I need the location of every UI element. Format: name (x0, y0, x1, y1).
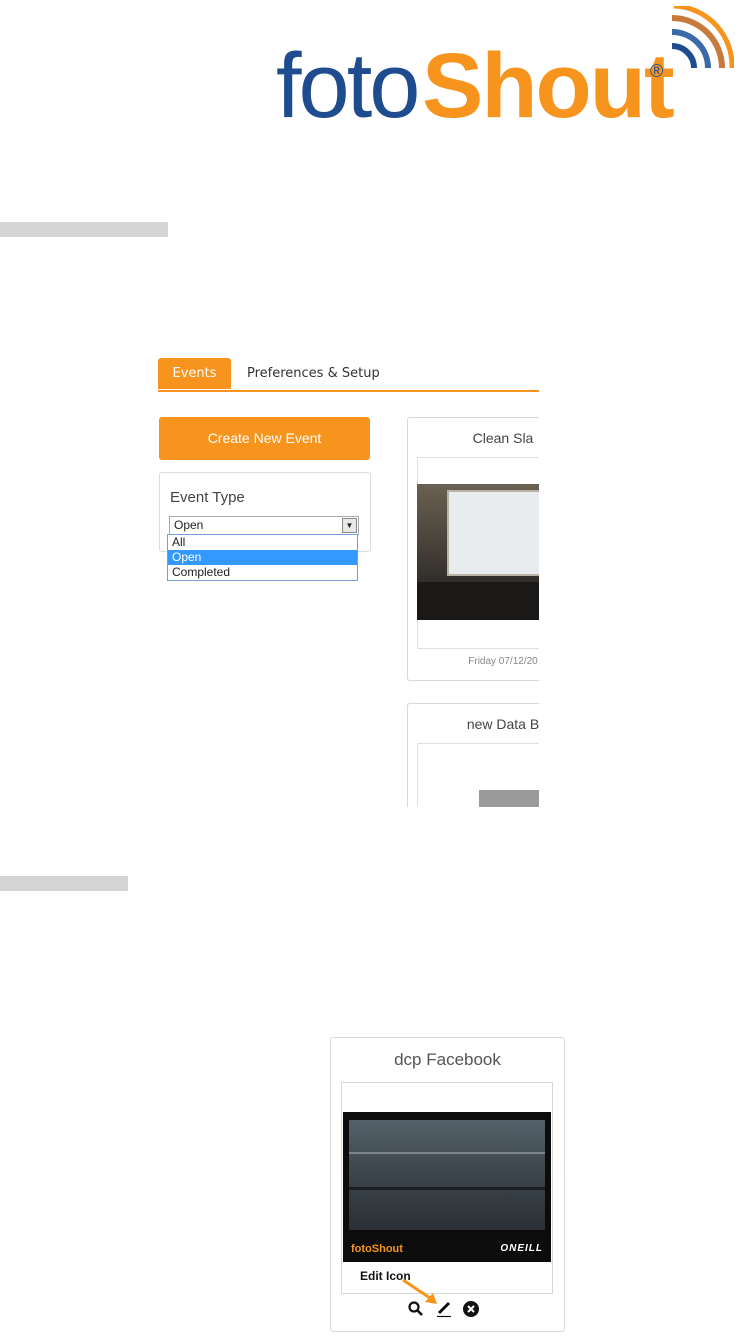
event-type-selected-value: Open (174, 518, 204, 532)
photo-detail (349, 1152, 545, 1154)
event-thumbnail-photo (417, 484, 539, 620)
fotoshout-logo: foto Shout ® (272, 6, 737, 171)
option-completed[interactable]: Completed (168, 565, 357, 580)
event-card[interactable]: Clean Sla Friday 07/12/20 (407, 417, 539, 681)
edit-icon-screenshot: dcp Facebook fotoShout ONEILL Edit Icon (330, 1037, 565, 1332)
pencil-icon[interactable] (435, 1300, 453, 1318)
event-type-select[interactable]: Open ▼ (169, 516, 359, 535)
whiteboard-image (447, 490, 539, 576)
event-card-title: new Data B (466, 716, 539, 732)
event-card-title: Clean Sla (472, 430, 534, 446)
tab-preferences-setup[interactable]: Preferences & Setup (247, 358, 380, 389)
watermark-brand: fotoShout (351, 1243, 403, 1255)
section-heading-bar (0, 876, 128, 891)
logo-text-foto: foto (276, 35, 420, 137)
dropdown-arrow-icon[interactable]: ▼ (342, 518, 357, 533)
event-type-label: Event Type (170, 489, 245, 506)
tab-events[interactable]: Events (158, 358, 231, 389)
events-screenshot: Events Preferences & Setup Create New Ev… (158, 357, 539, 807)
logo-text-shout: Shout (422, 35, 675, 137)
event-thumbnail-photo: fotoShout ONEILL (343, 1112, 551, 1262)
magnifier-icon[interactable] (407, 1300, 425, 1318)
event-thumbnail-photo (479, 790, 539, 807)
event-card-date: Friday 07/12/20 (468, 656, 538, 667)
option-open[interactable]: Open (168, 550, 357, 565)
signal-waves-icon (671, 6, 734, 69)
event-card[interactable]: new Data B (407, 703, 539, 807)
event-type-options: All Open Completed (167, 534, 358, 581)
chairs-image (417, 582, 539, 620)
section-heading-bar (0, 222, 168, 237)
watermark-partner: ONEILL (500, 1243, 543, 1254)
photo-detail (349, 1187, 545, 1190)
create-new-event-button[interactable]: Create New Event (159, 417, 370, 460)
card-actions (407, 1300, 487, 1320)
tab-bar: Events Preferences & Setup (158, 357, 539, 392)
close-circle-icon[interactable] (462, 1300, 480, 1318)
event-card-title: dcp Facebook (394, 1050, 501, 1069)
registered-mark: ® (650, 61, 664, 81)
printer-image (349, 1120, 545, 1230)
option-all[interactable]: All (168, 535, 357, 550)
